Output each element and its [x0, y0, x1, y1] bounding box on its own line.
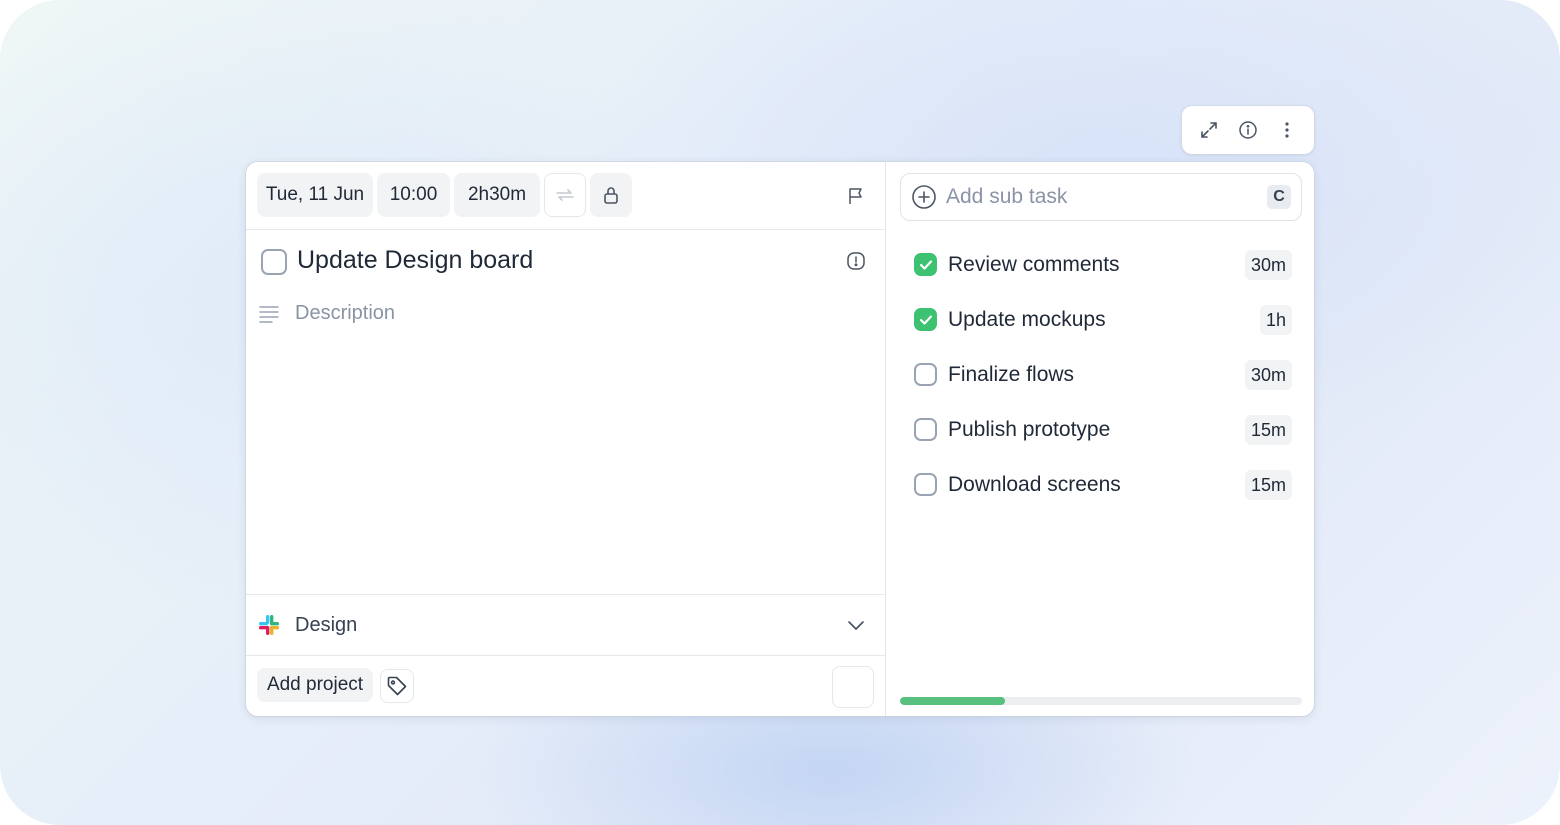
expand-icon[interactable] — [1192, 113, 1226, 147]
check-icon — [919, 259, 932, 270]
subtask-checkbox[interactable] — [914, 473, 937, 496]
check-icon — [919, 314, 932, 325]
task-complete-checkbox[interactable] — [261, 249, 287, 275]
priority-alert-icon[interactable] — [843, 248, 869, 274]
subtask-label: Download screens — [948, 473, 1121, 496]
duration-chip[interactable]: 2h30m — [454, 173, 540, 217]
add-subtask-placeholder: Add sub task — [946, 185, 1068, 208]
info-icon[interactable] — [1231, 113, 1265, 147]
subtask-label: Review comments — [948, 253, 1120, 276]
duration-label: 2h30m — [467, 184, 527, 205]
subtasks-panel: Add sub task C Review comments 30m Update … — [886, 162, 1314, 716]
subtask-checkbox-checked[interactable] — [914, 253, 937, 276]
progress-bar — [900, 697, 1302, 705]
shortcut-badge: C — [1267, 185, 1291, 209]
chevron-down-icon[interactable] — [844, 613, 868, 637]
slack-icon — [258, 613, 280, 637]
subtask-checkbox[interactable] — [914, 418, 937, 441]
lock-icon — [604, 187, 618, 204]
add-project-label: Add project — [266, 674, 364, 695]
description-input[interactable]: Description — [295, 302, 395, 325]
task-footer: Add project — [246, 656, 886, 716]
window-toolbar — [1182, 106, 1314, 154]
subtask-item[interactable]: Review comments 30m — [886, 243, 1314, 287]
flag-icon[interactable] — [842, 182, 870, 210]
more-vertical-icon[interactable] — [1270, 113, 1304, 147]
subtask-item[interactable]: Finalize flows 30m — [886, 353, 1314, 397]
plus-circle-icon — [911, 184, 937, 210]
project-name: Design — [295, 614, 358, 636]
subtask-checkbox-checked[interactable] — [914, 308, 937, 331]
subtask-duration[interactable]: 30m — [1244, 360, 1292, 390]
subtask-item[interactable]: Update mockups 1h — [886, 298, 1314, 342]
subtask-item[interactable]: Publish prototype 15m — [886, 408, 1314, 452]
date-label: Tue, 11 Jun — [265, 184, 365, 205]
repeat-icon — [556, 189, 574, 201]
time-label: 10:00 — [389, 184, 438, 205]
tag-icon — [387, 676, 407, 696]
tag-button[interactable] — [380, 669, 414, 703]
subtask-duration[interactable]: 15m — [1244, 415, 1292, 445]
description-lines-icon — [258, 303, 280, 325]
repeat-button[interactable] — [544, 173, 586, 217]
progress-fill — [900, 697, 1005, 705]
task-title[interactable]: Update Design board — [297, 246, 533, 275]
date-chip[interactable]: Tue, 11 Jun — [257, 173, 373, 217]
subtask-duration[interactable]: 15m — [1244, 470, 1292, 500]
subtask-label: Publish prototype — [948, 418, 1111, 441]
task-details-panel: Tue, 11 Jun 10:00 2h30m Update Design bo… — [246, 162, 886, 716]
subtask-checkbox[interactable] — [914, 363, 937, 386]
task-card: Tue, 11 Jun 10:00 2h30m Update Design bo… — [246, 162, 1314, 716]
subtask-item[interactable]: Download screens 15m — [886, 463, 1314, 507]
task-meta-row: Tue, 11 Jun 10:00 2h30m — [246, 162, 886, 230]
lock-button[interactable] — [590, 173, 632, 217]
subtask-duration[interactable]: 30m — [1244, 250, 1292, 280]
subtask-label: Finalize flows — [948, 363, 1075, 386]
empty-action-button[interactable] — [832, 666, 874, 708]
add-subtask-input[interactable]: Add sub task C — [900, 173, 1302, 221]
subtask-duration[interactable]: 1h — [1259, 305, 1292, 335]
add-project-button[interactable]: Add project — [257, 668, 373, 702]
time-chip[interactable]: 10:00 — [377, 173, 450, 217]
subtask-label: Update mockups — [948, 308, 1106, 331]
project-row[interactable]: Design — [246, 594, 886, 656]
